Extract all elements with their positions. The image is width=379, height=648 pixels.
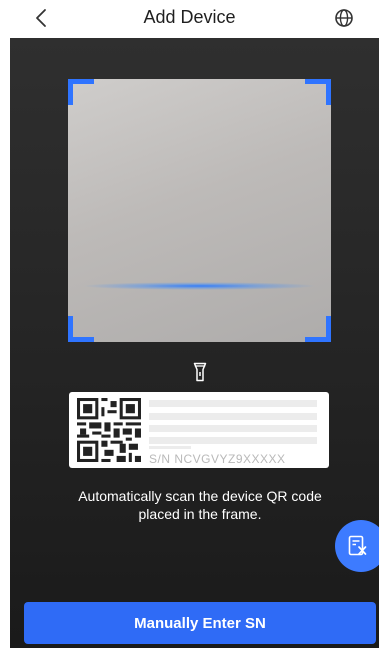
page-title: Add Device [143,7,236,27]
add-device-screen: Add Device S/N NCVGVYZ9XXXXX Automatical… [0,0,379,648]
flashlight-button[interactable] [189,360,211,384]
label-text-placeholder [149,437,317,444]
scan-line [82,282,317,290]
frame-corner-top-left [68,79,94,105]
flashlight-icon [193,362,207,382]
scan-from-album-button[interactable] [335,520,379,572]
globe-icon [335,9,353,27]
scan-instruction: Automatically scan the device QR code pl… [78,488,322,522]
scan-viewfinder [68,79,331,342]
label-text-placeholder [149,446,191,449]
frame-corner-bottom-right [305,316,331,342]
label-text-placeholder [149,413,317,420]
qr-code-image [77,398,141,462]
manually-enter-sn-button[interactable]: Manually Enter SN [24,602,376,644]
top-bar: Add Device [0,0,379,38]
serial-number-text: S/N NCVGVYZ9XXXXX [149,452,286,466]
frame-corner-bottom-left [68,316,94,342]
label-text-placeholder [149,425,317,432]
frame-corner-top-right [305,79,331,105]
device-label-example: S/N NCVGVYZ9XXXXX [69,392,329,468]
document-scan-icon [348,535,367,556]
label-text-placeholder [149,400,317,407]
language-button[interactable] [333,7,355,29]
